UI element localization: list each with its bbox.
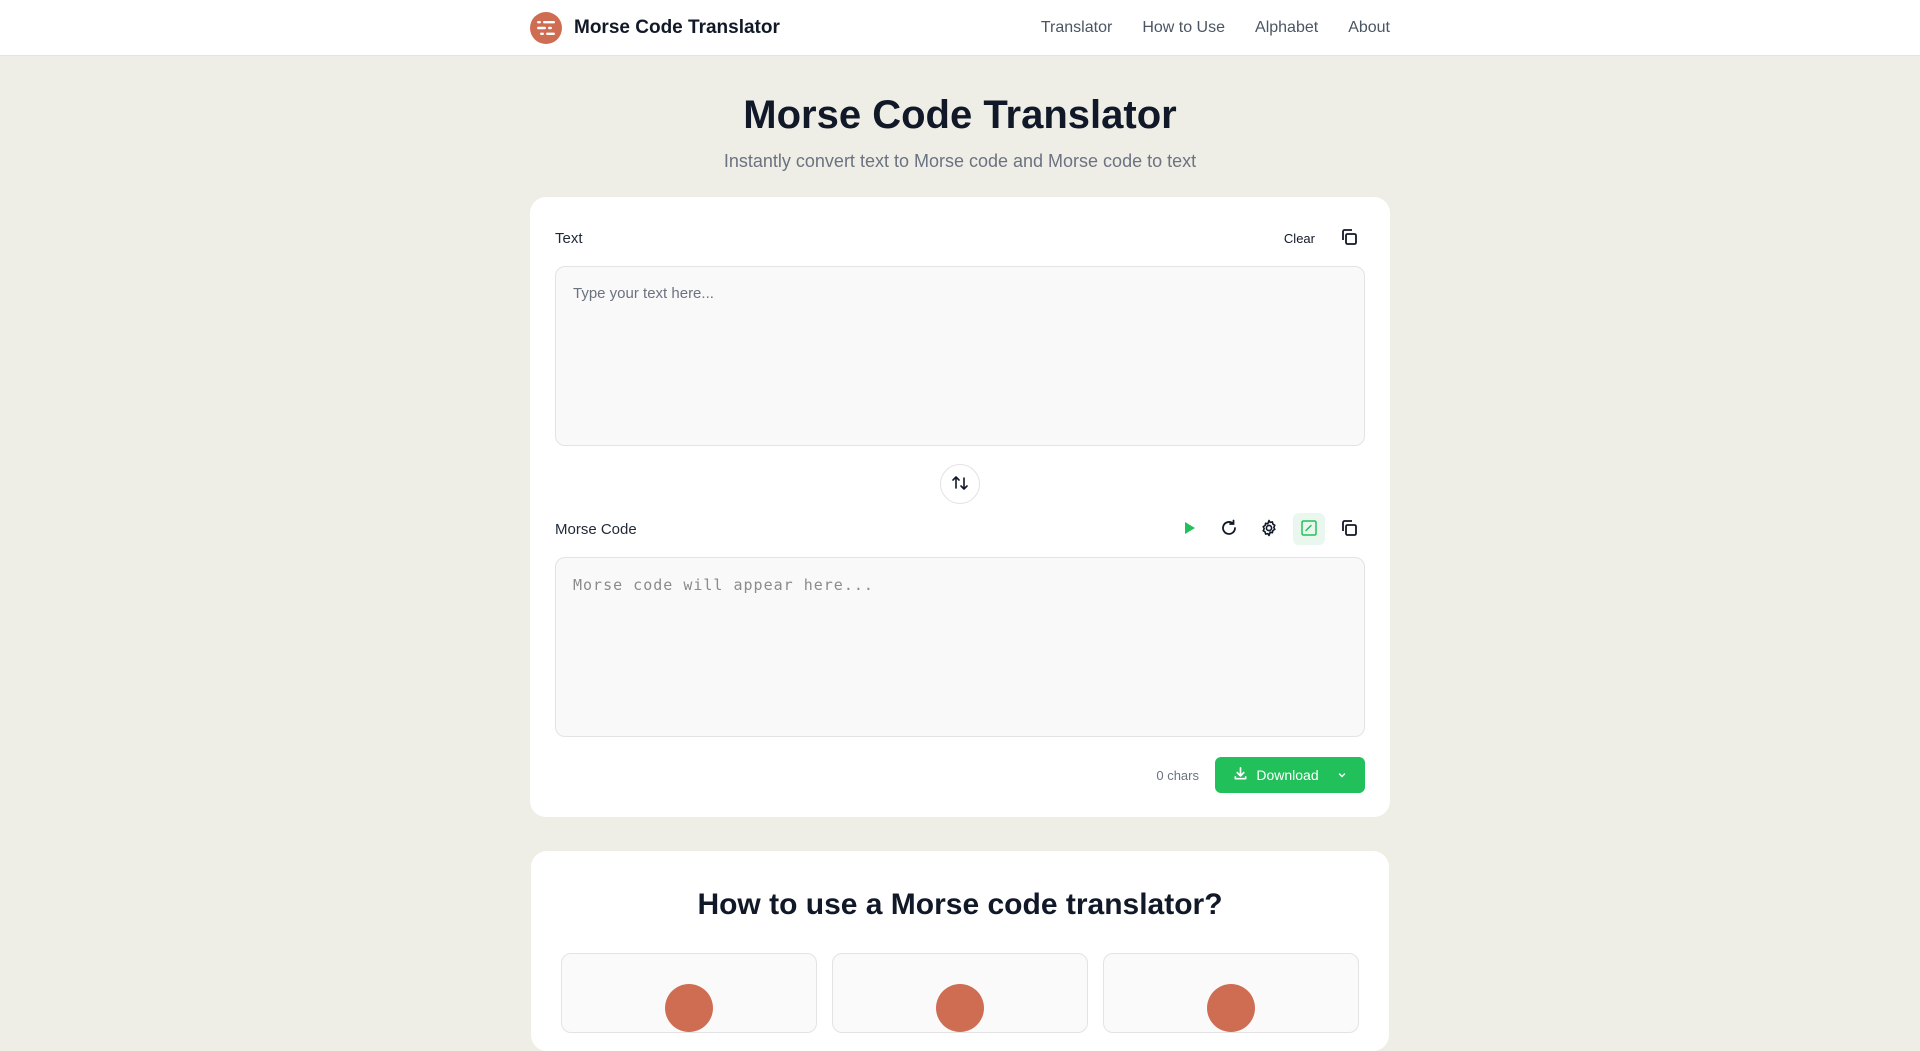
text-input[interactable] <box>555 266 1365 446</box>
page-title: Morse Code Translator <box>743 93 1177 137</box>
nav-link-about[interactable]: About <box>1348 19 1390 37</box>
nav-link-translator[interactable]: Translator <box>1041 19 1112 37</box>
copy-morse-button[interactable] <box>1333 513 1365 545</box>
replay-button[interactable] <box>1213 513 1245 545</box>
step-number-badge <box>665 984 713 1032</box>
how-to-use-title: How to use a Morse code translator? <box>697 888 1223 921</box>
settings-button[interactable] <box>1253 513 1285 545</box>
copy-icon <box>1339 227 1359 250</box>
clear-button[interactable]: Clear <box>1274 231 1325 246</box>
download-label: Download <box>1256 767 1319 783</box>
step-number-badge <box>936 984 984 1032</box>
morse-logo-icon <box>530 12 562 44</box>
page-subtitle: Instantly convert text to Morse code and… <box>723 151 1197 171</box>
step-card <box>1103 953 1359 1033</box>
copy-text-button[interactable] <box>1333 222 1365 254</box>
translator-footer: 0 chars Download <box>555 757 1365 793</box>
copy-icon <box>1339 518 1359 541</box>
translator-card: Text Clear Morse Code <box>530 197 1390 817</box>
nav-link-alphabet[interactable]: Alphabet <box>1255 19 1318 37</box>
morse-tools <box>1173 513 1365 545</box>
main-nav: Translator How to Use Alphabet About <box>1041 19 1390 37</box>
swap-vertical-icon <box>951 474 969 495</box>
step-card <box>561 953 817 1033</box>
nav-link-how-to-use[interactable]: How to Use <box>1142 19 1225 37</box>
play-icon <box>1180 519 1198 540</box>
download-button[interactable]: Download <box>1215 757 1365 793</box>
morse-section-label: Morse Code <box>555 520 637 538</box>
morse-section-header: Morse Code <box>555 512 1365 546</box>
chevron-down-icon <box>1337 767 1347 783</box>
brand[interactable]: Morse Code Translator <box>530 12 780 44</box>
char-count: 0 chars <box>1156 767 1199 783</box>
top-navigation-bar: Morse Code Translator Translator How to … <box>0 0 1920 56</box>
step-card <box>832 953 1088 1033</box>
step-number-badge <box>1207 984 1255 1032</box>
checkbox-icon <box>1300 519 1318 540</box>
swap-direction-button[interactable] <box>940 464 980 504</box>
text-tools: Clear <box>1274 222 1365 254</box>
text-section-header: Text Clear <box>555 221 1365 255</box>
morse-output[interactable] <box>555 557 1365 737</box>
text-section-label: Text <box>555 229 583 247</box>
download-icon <box>1233 766 1248 784</box>
how-to-use-card: How to use a Morse code translator? <box>531 851 1389 1051</box>
gear-icon <box>1259 518 1279 541</box>
brand-name: Morse Code Translator <box>574 17 780 38</box>
toggle-option-button[interactable] <box>1293 513 1325 545</box>
play-button[interactable] <box>1173 513 1205 545</box>
replay-icon <box>1219 518 1239 541</box>
